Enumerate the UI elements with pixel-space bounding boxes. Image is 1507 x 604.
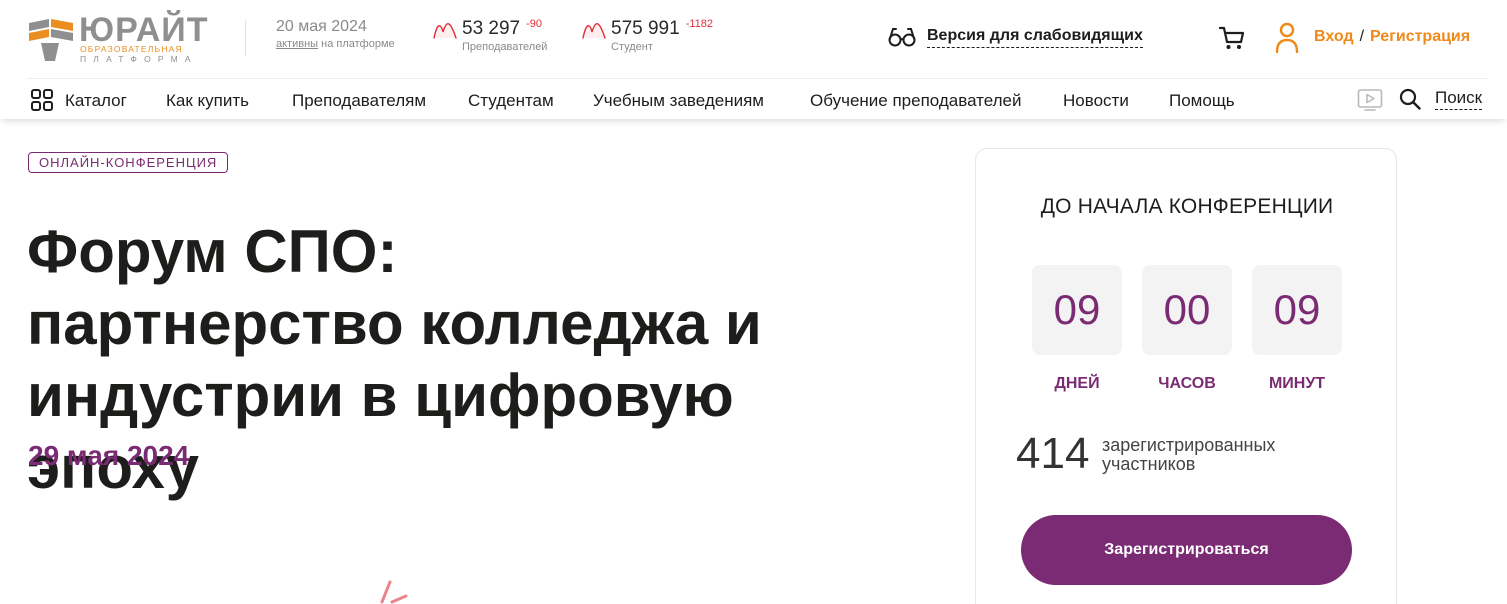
active-suffix: на платформе bbox=[318, 38, 395, 50]
teachers-label: Преподавателей bbox=[462, 41, 548, 53]
countdown-hours-value: 00 bbox=[1142, 265, 1232, 355]
auth-separator: / bbox=[1359, 28, 1365, 45]
countdown-days-value: 09 bbox=[1032, 265, 1122, 355]
decorative-strokes-icon bbox=[380, 580, 408, 604]
pulse-icon bbox=[582, 22, 606, 39]
students-delta: -1182 bbox=[685, 18, 714, 30]
user-icon[interactable] bbox=[1275, 22, 1299, 54]
search-link[interactable]: Поиск bbox=[1435, 88, 1483, 110]
countdown-days-label: ДНЕЙ bbox=[1054, 375, 1100, 392]
auth-links: Вход / Регистрация bbox=[1314, 28, 1470, 46]
register-link[interactable]: Регистрация bbox=[1370, 28, 1470, 45]
platform-date: 20 мая 2024 активны на платформе bbox=[276, 18, 395, 50]
students-count-line: 575 991 -1182 bbox=[611, 18, 713, 40]
video-icon[interactable] bbox=[1357, 88, 1383, 112]
countdown-title: ДО НАЧАЛА КОНФЕРЕНЦИИ bbox=[1040, 195, 1334, 218]
countdown-minutes-label: МИНУТ bbox=[1268, 375, 1326, 392]
nav-item-institutions[interactable]: Учебным заведениям bbox=[593, 91, 764, 111]
active-caption: активны на платформе bbox=[276, 38, 395, 50]
nav-item-teachers[interactable]: Преподавателям bbox=[292, 91, 426, 111]
event-date: 29 мая 2024 bbox=[28, 440, 190, 471]
current-date: 20 мая 2024 bbox=[276, 18, 367, 35]
logo[interactable]: ЮРАЙТ ОБРАЗОВАТЕЛЬНАЯ ПЛАТФОРМА bbox=[27, 11, 217, 65]
registered-count: 414 bbox=[1016, 429, 1090, 478]
register-button[interactable]: Зарегистрироваться bbox=[1021, 515, 1352, 585]
main-nav: Каталог Как купить Преподавателям Студен… bbox=[0, 79, 1507, 119]
nav-item-teacher-training[interactable]: Обучение преподавателей bbox=[810, 91, 1022, 111]
teachers-count: 53 297 bbox=[462, 18, 521, 39]
countdown-hours-label: ЧАСОВ bbox=[1158, 375, 1216, 392]
event-type-badge: ОНЛАЙН-КОНФЕРЕНЦИЯ bbox=[28, 152, 229, 173]
cart-icon[interactable] bbox=[1218, 25, 1246, 51]
nav-item-help[interactable]: Помощь bbox=[1169, 91, 1235, 111]
nav-item-how-to-buy[interactable]: Как купить bbox=[166, 91, 249, 111]
logo-icon bbox=[29, 19, 73, 61]
logo-subtitle-line1: ОБРАЗОВАТЕЛЬНАЯ bbox=[80, 44, 183, 54]
logo-subtitle-line2: ПЛАТФОРМА bbox=[80, 54, 198, 64]
nav-item-news[interactable]: Новости bbox=[1063, 91, 1129, 111]
countdown-card: ДО НАЧАЛА КОНФЕРЕНЦИИ 09 00 09 ДНЕЙ ЧАСО… bbox=[975, 148, 1397, 604]
glasses-icon bbox=[888, 28, 916, 47]
teachers-count-line: 53 297 -90 bbox=[462, 18, 542, 40]
top-header: ЮРАЙТ ОБРАЗОВАТЕЛЬНАЯ ПЛАТФОРМА 20 мая 2… bbox=[0, 0, 1507, 78]
active-link[interactable]: активны bbox=[276, 38, 318, 50]
registered-label: зарегистрированных участников bbox=[1102, 435, 1276, 474]
grid-icon[interactable] bbox=[31, 89, 53, 111]
countdown-minutes-value: 09 bbox=[1252, 265, 1342, 355]
pulse-icon bbox=[433, 22, 457, 39]
search-icon[interactable] bbox=[1398, 87, 1422, 111]
nav-item-catalog[interactable]: Каталог bbox=[65, 91, 127, 111]
accessibility-label: Версия для слабовидящих bbox=[927, 27, 1143, 48]
students-label: Студент bbox=[611, 41, 653, 53]
students-count: 575 991 bbox=[611, 18, 680, 39]
header-divider bbox=[245, 20, 246, 56]
teachers-delta: -90 bbox=[526, 18, 543, 30]
nav-item-students[interactable]: Студентам bbox=[468, 91, 554, 111]
login-link[interactable]: Вход bbox=[1314, 28, 1354, 45]
